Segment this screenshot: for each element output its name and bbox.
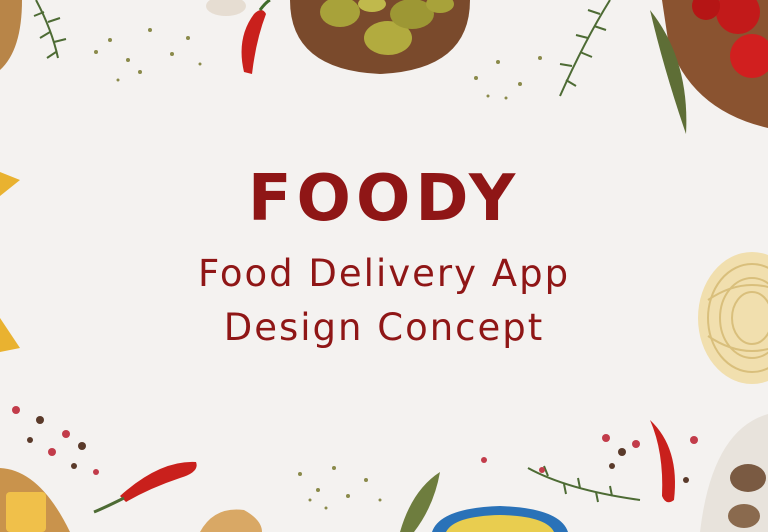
rosemary-sprig — [33, 0, 67, 59]
olive-oil-bowl — [432, 506, 568, 532]
red-chili-pepper — [650, 420, 675, 503]
olives-bowl — [290, 0, 470, 74]
rosemary-sprig — [527, 465, 641, 503]
subtitle-line-1: Food Delivery App — [197, 252, 571, 295]
bay-leaf — [400, 472, 440, 532]
brand-title: FOODY — [247, 162, 521, 236]
dried-herbs — [298, 466, 382, 510]
rosemary-sprig — [559, 0, 611, 97]
title-block: FOODY Food Delivery App Design Concept — [0, 160, 768, 352]
red-chili-pepper — [241, 0, 271, 74]
bread — [0, 468, 262, 532]
garlic — [206, 0, 246, 16]
wooden-bowl-edge — [0, 0, 22, 70]
red-chili-pepper — [93, 461, 197, 514]
mushrooms-bowl — [700, 414, 768, 532]
subtitle-line-2: Design Concept — [223, 306, 545, 349]
peppercorns — [12, 406, 698, 483]
